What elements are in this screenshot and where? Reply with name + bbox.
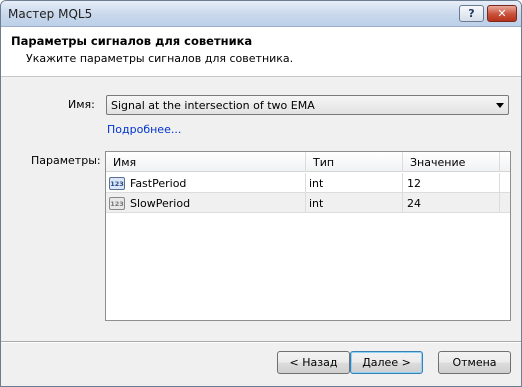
number-param-icon: 123 [109,197,125,210]
number-param-icon: 123 [109,177,125,190]
column-header-value[interactable]: Значение [403,152,500,172]
param-name-cell: 123 FastPeriod [106,173,306,193]
help-button[interactable]: ? [459,5,484,22]
params-table[interactable]: Имя Тип Значение 123 FastPeriod int 12 1… [105,151,511,321]
param-type-cell: int [306,173,403,193]
title-bar[interactable]: Мастер MQL5 ? ✕ [1,1,521,27]
table-header: Имя Тип Значение [106,152,510,172]
close-button[interactable]: ✕ [487,5,517,22]
param-value-cell[interactable]: 12 [403,173,500,193]
chevron-down-icon [496,103,504,108]
param-name: SlowPeriod [130,197,191,210]
column-header-type[interactable]: Тип [306,152,403,172]
back-button[interactable]: < Назад [277,351,350,374]
param-name-cell: 123 SlowPeriod [106,193,306,213]
table-row[interactable]: 123 FastPeriod int 12 [106,173,510,193]
table-row[interactable]: 123 SlowPeriod int 24 [106,193,510,213]
column-header-name[interactable]: Имя [106,152,306,172]
page-title: Параметры сигналов для советника [11,34,253,48]
cancel-button[interactable]: Отмена [438,351,511,374]
next-button[interactable]: Далее > [350,351,423,374]
signal-name-select[interactable]: Signal at the intersection of two EMA [106,95,509,115]
params-label: Параметры: [31,154,101,167]
window-title: Мастер MQL5 [8,7,93,21]
footer-divider [1,341,521,343]
header-panel: Параметры сигналов для советника Укажите… [1,27,521,77]
more-info-link[interactable]: Подробнее... [107,123,181,136]
param-name: FastPeriod [130,177,187,190]
page-subtitle: Укажите параметры сигналов для советника… [26,52,294,65]
signal-name-value: Signal at the intersection of two EMA [111,99,315,112]
name-label: Имя: [68,98,95,111]
param-type-cell: int [306,193,403,213]
param-value-cell[interactable]: 24 [403,193,500,213]
wizard-dialog: Мастер MQL5 ? ✕ Параметры сигналов для с… [0,0,522,387]
